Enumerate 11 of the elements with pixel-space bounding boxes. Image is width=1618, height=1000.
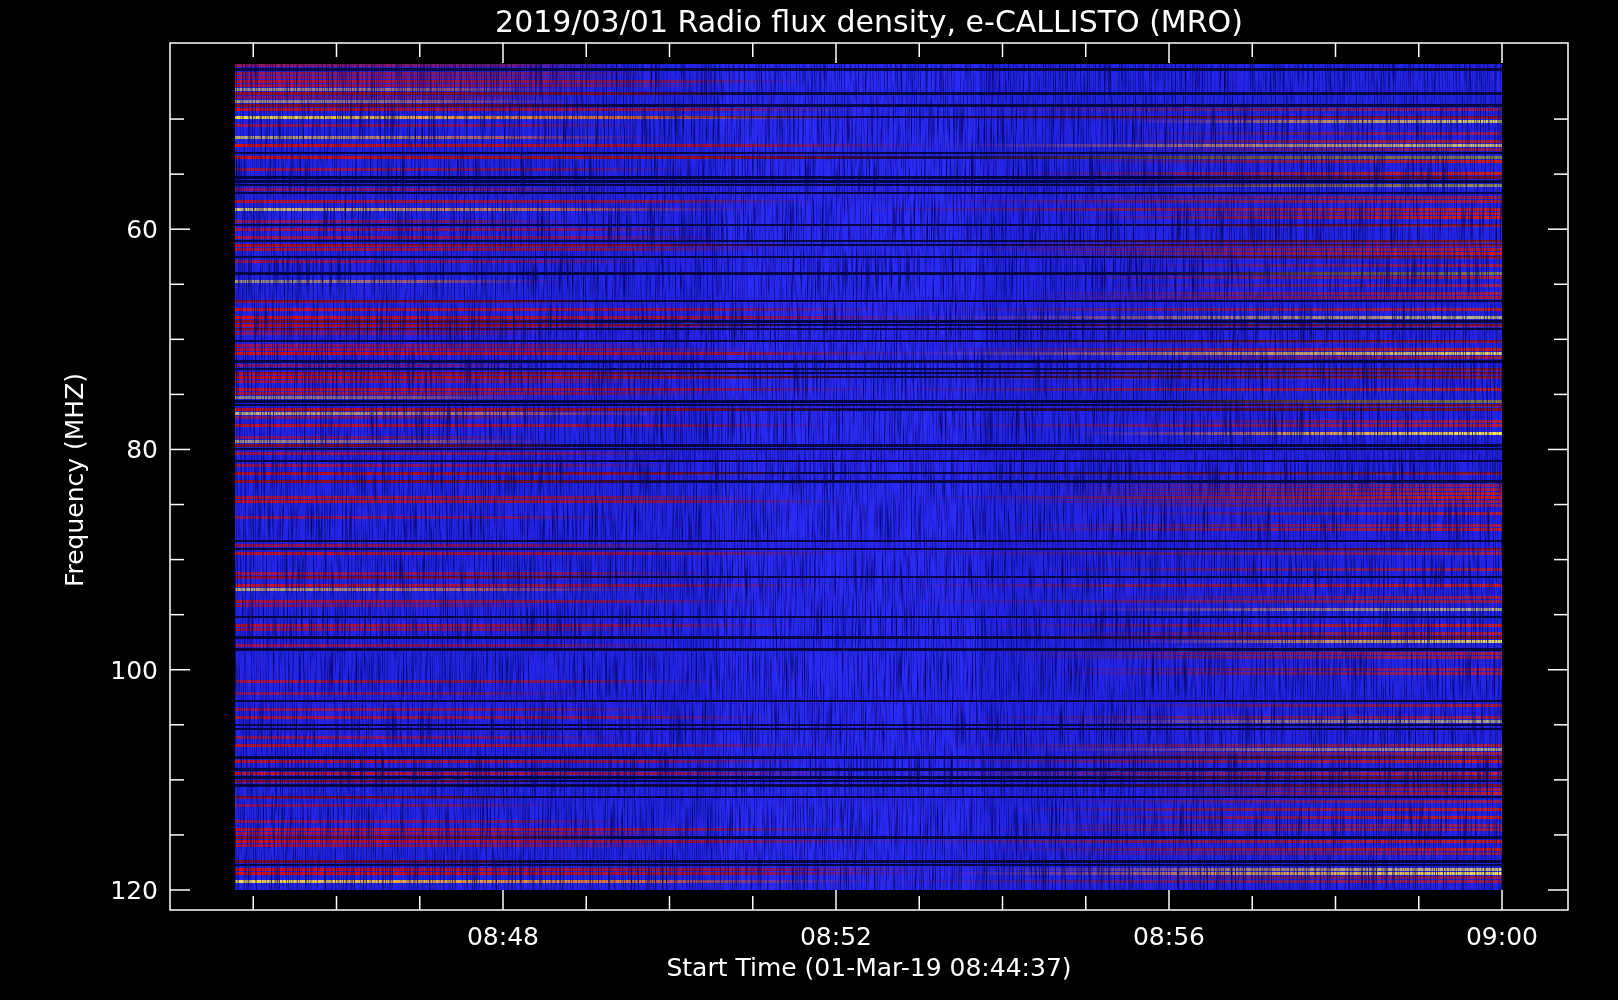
chart-title: 2019/03/01 Radio flux density, e-CALLISTO (MRO) <box>495 4 1243 39</box>
x-tick-label: 08:56 <box>1133 922 1205 951</box>
y-tick-label: 120 <box>110 876 158 905</box>
x-tick-label: 09:00 <box>1466 922 1538 951</box>
x-tick-label: 08:52 <box>800 922 872 951</box>
y-axis-label: Frequency (MHZ) <box>60 372 89 588</box>
x-axis-label: Start Time (01-Mar-19 08:44:37) <box>666 953 1072 982</box>
y-tick-label: 60 <box>126 215 158 245</box>
y-tick-label: 80 <box>126 435 158 465</box>
x-tick-label: 08:48 <box>467 922 539 951</box>
y-tick-label: 100 <box>110 655 158 685</box>
